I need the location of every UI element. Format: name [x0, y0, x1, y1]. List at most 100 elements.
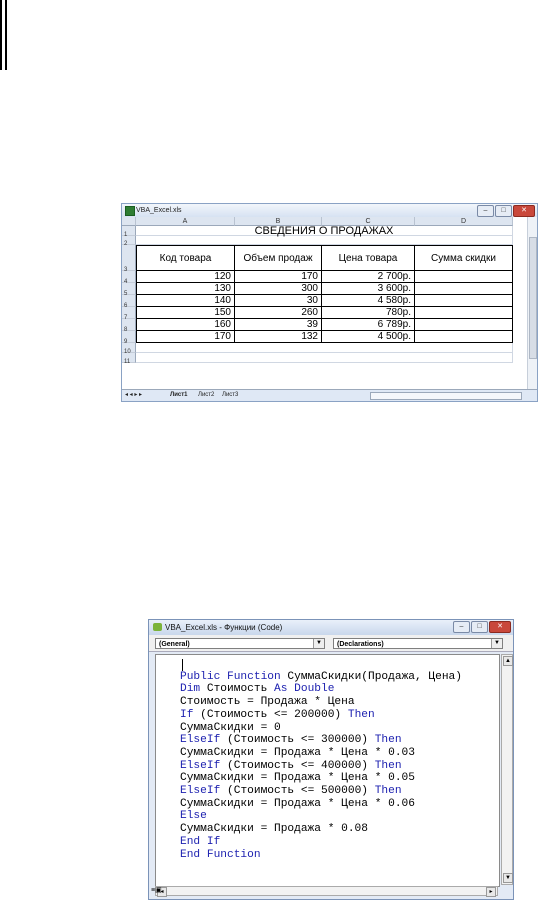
chevron-down-icon[interactable]: ▼ [491, 639, 502, 648]
sheet-tab-2[interactable]: Лист2 [198, 390, 214, 401]
code-text: (Стоимость <= 300000) [220, 734, 375, 747]
code-vertical-scrollbar[interactable]: ▲ ▼ [501, 654, 513, 885]
scroll-up-icon[interactable]: ▲ [503, 656, 513, 666]
table-cell[interactable]: 4 580р. [322, 295, 415, 307]
vba-minimize-button[interactable]: – [453, 621, 470, 633]
table-cell[interactable]: 30 [235, 295, 322, 307]
code-line: СуммаСкидки = 0 [180, 722, 281, 734]
procedure-dropdown[interactable]: (Declarations) ▼ [333, 638, 503, 649]
code-keyword: Then [347, 708, 375, 721]
code-line: Public Function СуммаСкидки(Продажа, Цен… [180, 671, 462, 683]
column-header[interactable]: D [415, 217, 513, 226]
left-edge-bars [0, 0, 8, 70]
sheet-nav-arrows[interactable]: ◂ ◂ ▸ ▸ [125, 390, 142, 401]
row-header[interactable]: 7 [122, 307, 136, 321]
row-header[interactable]: 6 [122, 295, 136, 309]
row-header[interactable]: 8 [122, 319, 136, 333]
code-line: ElseIf (Стоимость <= 300000) Then [180, 734, 402, 746]
empty-cell[interactable] [136, 343, 513, 353]
code-line: ElseIf (Стоимость <= 500000) Then [180, 785, 402, 797]
code-keyword: ElseIf [180, 759, 221, 772]
table-cell[interactable] [415, 271, 513, 283]
table-cell[interactable] [415, 295, 513, 307]
sheet-tab-1[interactable]: Лист1 [170, 390, 188, 401]
scroll-right-icon[interactable]: ▸ [486, 887, 496, 897]
table-cell[interactable]: 3 600р. [322, 283, 415, 295]
close-button[interactable]: ✕ [513, 205, 535, 217]
table-cell[interactable]: 170 [136, 331, 235, 343]
code-editor[interactable]: Public Function СуммаСкидки(Продажа, Цен… [155, 654, 500, 887]
table-cell[interactable]: 132 [235, 331, 322, 343]
column-title[interactable]: Цена товара [322, 245, 415, 271]
column-title[interactable]: Сумма скидки [415, 245, 513, 271]
code-line: СуммаСкидки = Продажа * Цена * 0.05 [180, 772, 415, 784]
code-keyword: ElseIf [180, 785, 221, 798]
vertical-scrollbar[interactable] [527, 217, 537, 392]
table-cell[interactable]: 6 789р. [322, 319, 415, 331]
code-text: Стоимость [200, 683, 275, 696]
empty-cell[interactable] [136, 236, 513, 245]
code-line: Dim Стоимость As Double [180, 683, 334, 695]
table-cell[interactable]: 150 [136, 307, 235, 319]
table-cell[interactable] [415, 319, 513, 331]
code-line: End If [180, 836, 220, 848]
view-toggle-icons[interactable]: ≡▣ [151, 886, 162, 894]
column-header[interactable]: A [136, 217, 235, 226]
column-title[interactable]: Объем продаж [235, 245, 322, 271]
code-horizontal-scrollbar[interactable]: ◂ ▸ [155, 886, 498, 897]
row-header[interactable]: 5 [122, 283, 136, 297]
code-text: Стоимость = Продажа * Цена [180, 696, 355, 709]
table-cell[interactable]: 160 [136, 319, 235, 331]
table-cell[interactable]: 4 500р. [322, 331, 415, 343]
table-cell[interactable]: 170 [235, 271, 322, 283]
vba-app-icon [153, 623, 162, 631]
code-line: Else [180, 810, 207, 822]
row-header[interactable]: 9 [122, 331, 136, 345]
code-keyword: End Function [180, 848, 261, 861]
object-dropdown[interactable]: (General) ▼ [155, 638, 325, 649]
row-header[interactable]: 3 [122, 245, 136, 273]
code-text: СуммаСкидки = Продажа * Цена * 0.05 [180, 772, 415, 785]
maximize-button[interactable]: □ [495, 205, 512, 217]
table-cell[interactable] [415, 283, 513, 295]
scroll-thumb[interactable] [529, 237, 537, 359]
corner-cell[interactable] [122, 217, 136, 226]
spreadsheet-grid[interactable]: A B C D 1 2 3 4 5 6 7 8 9 10 11 СВЕДЕНИЯ О ПРОДАЖАХ Код … [122, 217, 528, 392]
chevron-down-icon[interactable]: ▼ [313, 639, 324, 648]
row-header[interactable]: 10 [122, 343, 136, 355]
code-line: If (Стоимость <= 200000) Then [180, 709, 375, 721]
code-line: СуммаСкидки = Продажа * Цена * 0.06 [180, 798, 415, 810]
vba-maximize-button[interactable]: □ [471, 621, 488, 633]
table-cell[interactable] [415, 331, 513, 343]
column-title[interactable]: Код товара [136, 245, 235, 271]
table-cell[interactable]: 140 [136, 295, 235, 307]
table-cell[interactable]: 2 700р. [322, 271, 415, 283]
object-dropdown-value: (General) [159, 641, 190, 648]
table-cell[interactable]: 39 [235, 319, 322, 331]
scroll-down-icon[interactable]: ▼ [503, 873, 513, 883]
sheet-tab-3[interactable]: Лист3 [222, 390, 238, 401]
minimize-button[interactable]: – [477, 205, 494, 217]
code-keyword: End If [180, 835, 221, 848]
empty-cell[interactable] [136, 353, 513, 363]
table-cell[interactable] [415, 307, 513, 319]
row-header[interactable]: 11 [122, 353, 136, 365]
row-header[interactable]: 4 [122, 271, 136, 285]
table-cell[interactable]: 780р. [322, 307, 415, 319]
excel-titlebar: VBA_Excel.xls – □ ✕ [122, 204, 537, 217]
code-line: СуммаСкидки = Продажа * Цена * 0.03 [180, 747, 415, 759]
table-heading: СВЕДЕНИЯ О ПРОДАЖАХ [136, 226, 513, 237]
row-header[interactable]: 2 [122, 236, 136, 247]
table-cell[interactable]: 130 [136, 283, 235, 295]
code-keyword: Then [374, 785, 402, 798]
table-cell[interactable]: 260 [235, 307, 322, 319]
table-cell[interactable]: 120 [136, 271, 235, 283]
text-cursor [182, 659, 183, 671]
horizontal-scrollbar[interactable] [370, 392, 522, 400]
excel-app-icon [125, 206, 135, 216]
code-keyword: Dim [180, 683, 201, 696]
table-cell[interactable]: 300 [235, 283, 322, 295]
code-keyword: ElseIf [180, 734, 221, 747]
vba-close-button[interactable]: ✕ [489, 621, 511, 633]
row-header[interactable]: 1 [122, 226, 136, 238]
